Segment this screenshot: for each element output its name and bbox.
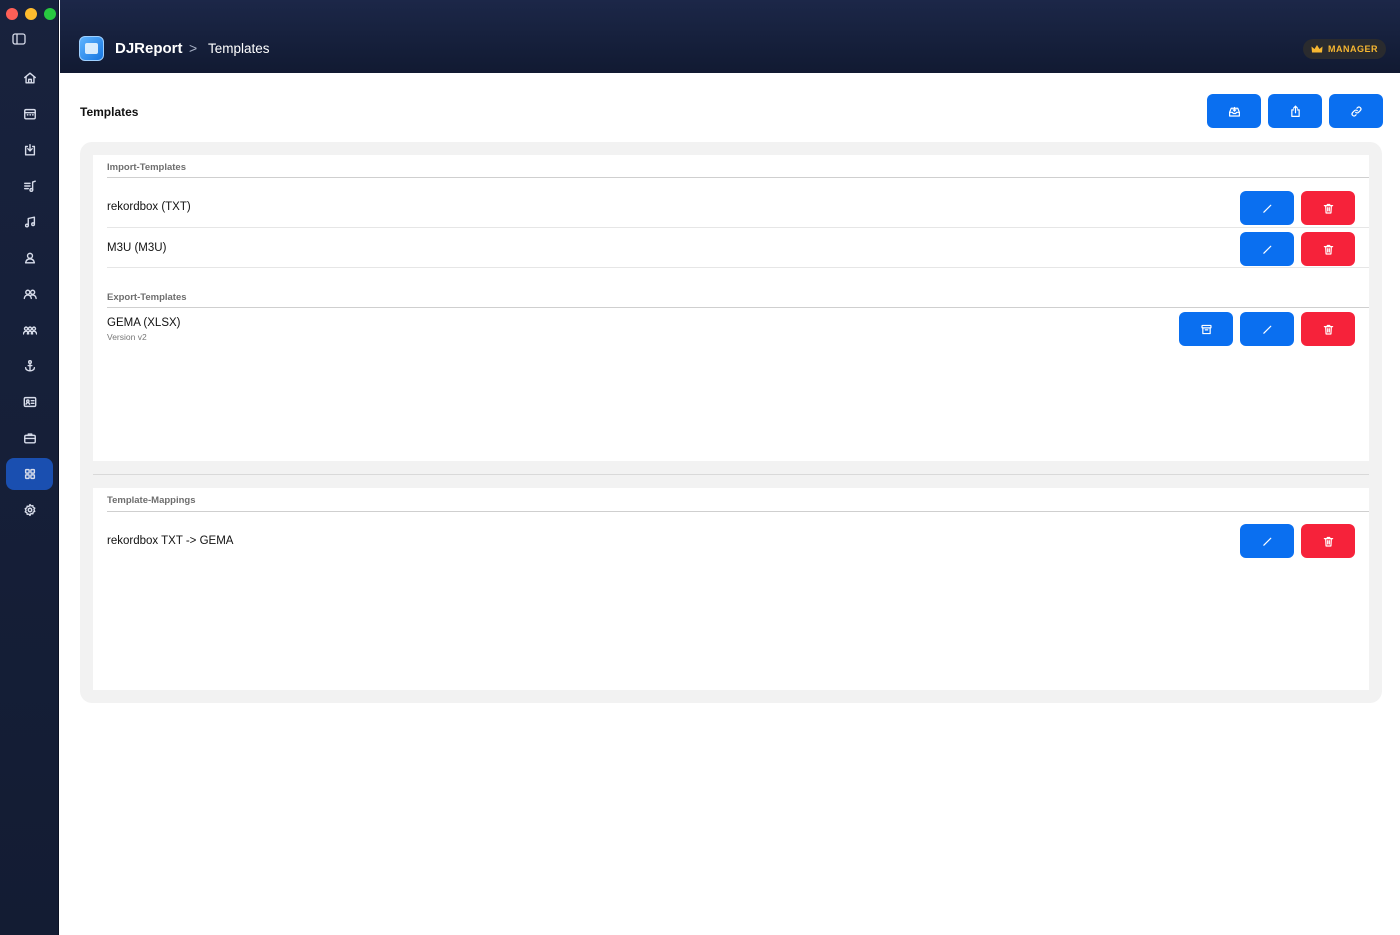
sidebar (0, 0, 59, 935)
users-icon (23, 289, 37, 300)
pencil-icon (1262, 325, 1271, 334)
share-icon (1290, 105, 1300, 117)
import-template-name: rekordbox (TXT) (107, 201, 191, 213)
sidebar-item-contacts[interactable] (6, 386, 53, 418)
row-divider (107, 267, 1369, 268)
section-divider (107, 177, 1369, 178)
export-template-version: Version v2 (107, 332, 147, 342)
import-icon (24, 144, 35, 156)
import-template-name: M3U (M3U) (107, 242, 167, 254)
row-actions (1240, 191, 1355, 225)
edit-button[interactable] (1240, 232, 1294, 266)
grid-icon (24, 468, 35, 480)
trash-icon (1323, 244, 1333, 255)
panel-divider (93, 474, 1369, 475)
id-card-icon (23, 396, 36, 408)
mapping-section-label: Template-Mappings (107, 495, 196, 506)
window-controls (6, 8, 56, 20)
playlist-icon (23, 180, 36, 192)
pencil-icon (1262, 537, 1271, 546)
sidebar-item-home[interactable] (6, 62, 53, 94)
mapping-name: rekordbox TXT -> GEMA (107, 535, 234, 547)
edit-button[interactable] (1240, 312, 1294, 346)
delete-button[interactable] (1301, 232, 1355, 266)
edit-button[interactable] (1240, 524, 1294, 558)
breadcrumb-current: Templates (208, 41, 270, 56)
crown-icon (1311, 45, 1323, 53)
role-badge-label: MANAGER (1328, 44, 1378, 54)
sidebar-item-templates[interactable] (6, 458, 53, 490)
user-icon (24, 252, 35, 264)
trash-icon (1323, 536, 1333, 547)
delete-button[interactable] (1301, 312, 1355, 346)
anchor-icon (24, 360, 35, 372)
row-actions (1179, 312, 1355, 346)
link-icon (1350, 105, 1362, 117)
sidebar-nav (0, 62, 59, 530)
templates-panel: Import-Templates rekordbox (TXT) M3U (M3… (93, 155, 1369, 461)
breadcrumb-separator: > (189, 40, 198, 56)
pencil-icon (1262, 245, 1271, 254)
mappings-panel: Template-Mappings rekordbox TXT -> GEMA (93, 488, 1369, 690)
briefcase-icon (23, 433, 36, 444)
app-logo (79, 36, 104, 61)
sidebar-item-music[interactable] (6, 206, 53, 238)
row-actions (1240, 232, 1355, 266)
sidebar-item-jobs[interactable] (6, 422, 53, 454)
delete-button[interactable] (1301, 524, 1355, 558)
trash-icon (1323, 203, 1333, 214)
delete-button[interactable] (1301, 191, 1355, 225)
home-icon (23, 72, 36, 84)
calendar-icon (23, 108, 36, 120)
archive-button[interactable] (1179, 312, 1233, 346)
edit-button[interactable] (1240, 191, 1294, 225)
templates-card: Import-Templates rekordbox (TXT) M3U (M3… (80, 142, 1382, 703)
zoom-window-button[interactable] (44, 8, 56, 20)
link-template-button[interactable] (1329, 94, 1383, 128)
gear-icon (24, 503, 35, 517)
section-divider (107, 511, 1369, 512)
group-icon (22, 326, 37, 335)
import-section-label: Import-Templates (107, 162, 187, 173)
sidebar-item-users[interactable] (6, 278, 53, 310)
sidebar-item-user[interactable] (6, 242, 53, 274)
export-section-label: Export-Templates (107, 292, 187, 303)
archive-icon (1200, 324, 1212, 334)
tray-download-icon (1228, 106, 1240, 117)
section-divider (107, 307, 1369, 308)
sidebar-toggle-icon[interactable] (12, 32, 26, 46)
music-notes-icon (24, 216, 35, 228)
row-actions (1240, 524, 1355, 558)
import-template-button[interactable] (1207, 94, 1261, 128)
page-title: Templates (80, 105, 139, 119)
row-divider (107, 227, 1369, 228)
export-template-name: GEMA (XLSX) (107, 317, 181, 329)
sidebar-item-anchor[interactable] (6, 350, 53, 382)
sidebar-item-import[interactable] (6, 134, 53, 166)
export-template-button[interactable] (1268, 94, 1322, 128)
sidebar-item-settings[interactable] (6, 494, 53, 526)
sidebar-item-playlist[interactable] (6, 170, 53, 202)
top-header: DJReport > Templates MANAGER (60, 0, 1400, 73)
trash-icon (1323, 324, 1333, 335)
app-title[interactable]: DJReport (115, 40, 183, 57)
close-window-button[interactable] (6, 8, 18, 20)
role-badge: MANAGER (1303, 39, 1386, 59)
minimize-window-button[interactable] (25, 8, 37, 20)
sidebar-item-groups[interactable] (6, 314, 53, 346)
pencil-icon (1262, 204, 1271, 213)
page-actions (1207, 94, 1383, 128)
sidebar-item-calendar[interactable] (6, 98, 53, 130)
